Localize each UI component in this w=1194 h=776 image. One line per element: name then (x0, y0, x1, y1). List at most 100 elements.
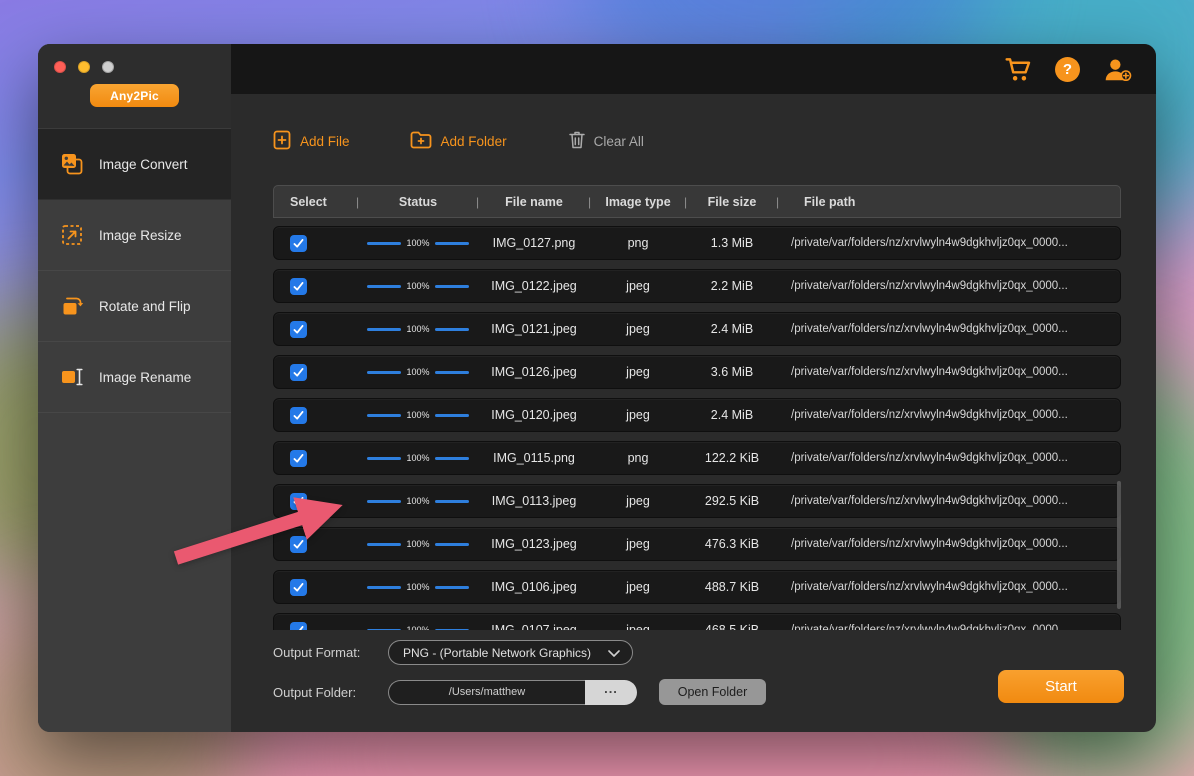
table-row[interactable]: 100% IMG_0115.png png 122.2 KiB /private… (273, 441, 1121, 475)
close-window-button[interactable] (54, 61, 66, 73)
row-checkbox[interactable] (290, 536, 307, 553)
table-row[interactable]: 100% IMG_0122.jpeg jpeg 2.2 MiB /private… (273, 269, 1121, 303)
column-header-status: Status (358, 186, 478, 217)
table-body: 100% IMG_0127.png png 1.3 MiB /private/v… (273, 226, 1121, 630)
file-size: 2.2 MiB (686, 270, 778, 302)
row-checkbox[interactable] (290, 235, 307, 252)
app-logo-badge: Any2Pic (90, 84, 179, 107)
column-header-select: Select (274, 186, 358, 217)
file-path: /private/var/folders/nz/xrvlwyln4w9dgkhv… (778, 313, 1120, 345)
open-folder-button[interactable]: Open Folder (659, 679, 766, 705)
image-rename-icon (60, 365, 84, 389)
file-size: 122.2 KiB (686, 442, 778, 474)
progress-label: 100% (406, 454, 429, 463)
sidebar-item-rotate-and-flip[interactable]: Rotate and Flip (38, 271, 231, 342)
row-checkbox[interactable] (290, 450, 307, 467)
progress-label: 100% (406, 540, 429, 549)
sidebar-nav: Image Convert Image Resize Rotate and Fl… (38, 129, 231, 413)
image-type: png (590, 227, 686, 259)
help-icon[interactable]: ? (1055, 57, 1080, 82)
row-checkbox[interactable] (290, 407, 307, 424)
file-size: 2.4 MiB (686, 399, 778, 431)
progress-bar: 100% (367, 626, 469, 631)
image-type: jpeg (590, 270, 686, 302)
table-row[interactable]: 100% IMG_0127.png png 1.3 MiB /private/v… (273, 226, 1121, 260)
add-folder-button[interactable]: Add Folder (410, 131, 507, 152)
file-size: 468.5 KiB (686, 614, 778, 630)
clear-all-label: Clear All (594, 134, 644, 149)
table-row[interactable]: 100% IMG_0107.jpeg jpeg 468.5 KiB /priva… (273, 613, 1121, 630)
column-header-file-name: File name (478, 186, 590, 217)
table-scrollbar[interactable] (1117, 481, 1121, 609)
image-type: jpeg (590, 356, 686, 388)
image-type: png (590, 442, 686, 474)
row-checkbox[interactable] (290, 579, 307, 596)
progress-bar: 100% (367, 368, 469, 377)
main-area: ? Add File Add Folder (231, 44, 1156, 732)
minimize-window-button[interactable] (78, 61, 90, 73)
output-folder-group: ... (388, 680, 637, 705)
file-name: IMG_0122.jpeg (478, 270, 590, 302)
clear-all-button[interactable]: Clear All (569, 130, 644, 152)
progress-bar: 100% (367, 497, 469, 506)
file-name: IMG_0115.png (478, 442, 590, 474)
progress-label: 100% (406, 239, 429, 248)
sidebar-header: Any2Pic (38, 44, 231, 129)
window-controls (54, 61, 114, 73)
image-type: jpeg (590, 485, 686, 517)
output-folder-input[interactable] (388, 680, 585, 705)
sidebar-item-label: Image Resize (99, 228, 182, 243)
file-size: 476.3 KiB (686, 528, 778, 560)
row-checkbox[interactable] (290, 278, 307, 295)
image-convert-icon (60, 152, 84, 176)
add-folder-label: Add Folder (441, 134, 507, 149)
table-row[interactable]: 100% IMG_0123.jpeg jpeg 476.3 KiB /priva… (273, 527, 1121, 561)
progress-label: 100% (406, 368, 429, 377)
sidebar-item-image-rename[interactable]: Image Rename (38, 342, 231, 413)
table-row[interactable]: 100% IMG_0121.jpeg jpeg 2.4 MiB /private… (273, 312, 1121, 346)
row-checkbox[interactable] (290, 622, 307, 631)
cart-icon[interactable] (1005, 57, 1032, 82)
add-file-button[interactable]: Add File (273, 130, 350, 153)
image-type: jpeg (590, 528, 686, 560)
add-account-icon[interactable] (1103, 56, 1132, 83)
file-name: IMG_0106.jpeg (478, 571, 590, 603)
progress-label: 100% (406, 583, 429, 592)
output-folder-label: Output Folder: (273, 685, 388, 700)
output-format-select[interactable]: PNG - (Portable Network Graphics) (388, 640, 633, 665)
progress-label: 100% (406, 325, 429, 334)
output-format-label: Output Format: (273, 645, 388, 660)
column-header-file-path: File path (778, 186, 1120, 217)
sidebar-item-label: Rotate and Flip (99, 299, 191, 314)
sidebar: Any2Pic Image Convert Image Resize Rotat… (38, 44, 231, 732)
table-row[interactable]: 100% IMG_0126.jpeg jpeg 3.6 MiB /private… (273, 355, 1121, 389)
column-header-image-type: Image type (590, 186, 686, 217)
file-name: IMG_0113.jpeg (478, 485, 590, 517)
progress-bar: 100% (367, 454, 469, 463)
zoom-window-button[interactable] (102, 61, 114, 73)
progress-label: 100% (406, 282, 429, 291)
row-checkbox[interactable] (290, 493, 307, 510)
file-path: /private/var/folders/nz/xrvlwyln4w9dgkhv… (778, 528, 1120, 560)
row-checkbox[interactable] (290, 364, 307, 381)
sidebar-item-image-convert[interactable]: Image Convert (38, 129, 231, 200)
row-checkbox[interactable] (290, 321, 307, 338)
app-window: Any2Pic Image Convert Image Resize Rotat… (38, 44, 1156, 732)
file-name: IMG_0107.jpeg (478, 614, 590, 630)
image-type: jpeg (590, 399, 686, 431)
topbar-icons: ? (1005, 44, 1132, 94)
table-row[interactable]: 100% IMG_0106.jpeg jpeg 488.7 KiB /priva… (273, 570, 1121, 604)
progress-bar: 100% (367, 411, 469, 420)
table-row[interactable]: 100% IMG_0120.jpeg jpeg 2.4 MiB /private… (273, 398, 1121, 432)
chevron-down-icon (608, 644, 620, 662)
browse-folder-button[interactable]: ... (585, 680, 637, 705)
image-type: jpeg (590, 614, 686, 630)
toolbar: Add File Add Folder Clear All (273, 126, 644, 156)
progress-bar: 100% (367, 325, 469, 334)
start-button[interactable]: Start (998, 670, 1124, 703)
sidebar-item-label: Image Convert (99, 157, 188, 172)
table-row[interactable]: 100% IMG_0113.jpeg jpeg 292.5 KiB /priva… (273, 484, 1121, 518)
sidebar-item-image-resize[interactable]: Image Resize (38, 200, 231, 271)
image-type: jpeg (590, 571, 686, 603)
file-name: IMG_0126.jpeg (478, 356, 590, 388)
